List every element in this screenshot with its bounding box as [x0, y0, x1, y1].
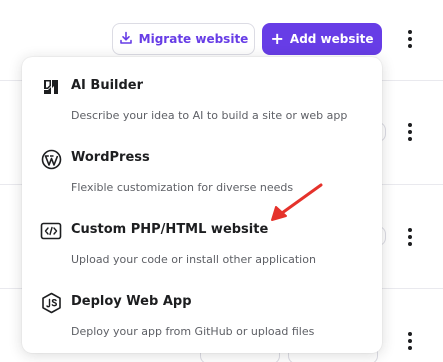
add-website-label: Add website: [289, 32, 374, 46]
menu-item-custom-php-html[interactable]: Custom PHP/HTML website Upload your code…: [22, 218, 382, 282]
add-website-button[interactable]: + Add website: [262, 23, 382, 55]
nodejs-icon: [40, 292, 62, 314]
menu-item-ai-builder[interactable]: AI Builder Describe your idea to AI to b…: [22, 74, 382, 138]
menu-item-title: WordPress: [71, 150, 150, 165]
menu-item-title: Custom PHP/HTML website: [71, 222, 269, 237]
more-options-icon[interactable]: [402, 227, 418, 247]
menu-item-wordpress[interactable]: WordPress Flexible customization for div…: [22, 146, 382, 210]
more-options-icon[interactable]: [402, 29, 418, 49]
download-icon: [119, 31, 133, 48]
menu-item-description: Upload your code or install other applic…: [71, 253, 316, 266]
add-website-dropdown: AI Builder Describe your idea to AI to b…: [22, 57, 382, 353]
menu-item-deploy-web-app[interactable]: Deploy Web App Deploy your app from GitH…: [22, 290, 382, 354]
migrate-website-label: Migrate website: [138, 32, 249, 46]
menu-item-title: AI Builder: [71, 78, 144, 93]
menu-item-title: Deploy Web App: [71, 294, 192, 309]
code-icon: [40, 220, 62, 242]
plus-icon: +: [270, 29, 284, 48]
more-options-icon[interactable]: [402, 331, 418, 351]
menu-item-description: Deploy your app from GitHub or upload fi…: [71, 325, 315, 338]
more-options-icon[interactable]: [402, 122, 418, 142]
menu-item-description: Describe your idea to AI to build a site…: [71, 109, 348, 122]
migrate-website-button[interactable]: Migrate website: [112, 23, 255, 55]
menu-item-description: Flexible customization for diverse needs: [71, 181, 294, 194]
ai-builder-icon: [40, 76, 62, 98]
wordpress-icon: [40, 148, 62, 170]
